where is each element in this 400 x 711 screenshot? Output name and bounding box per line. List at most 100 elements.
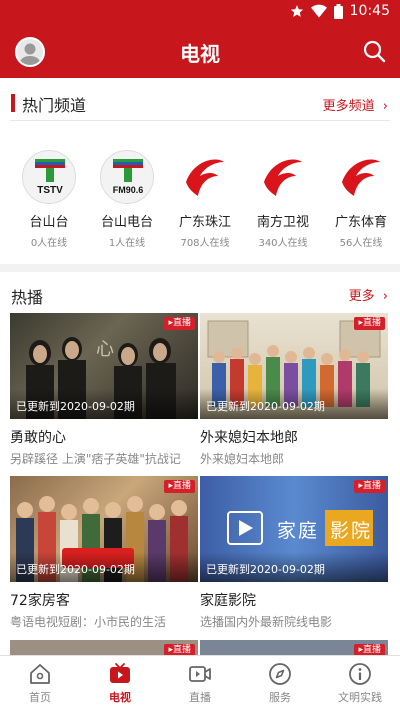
info-icon	[349, 663, 371, 685]
program-thumbnail: ▸直播	[200, 640, 388, 655]
bottom-tab-bar: 首页 电视 直播 服务 文明实践	[0, 655, 400, 711]
channel-online-count: 0人在线	[30, 238, 68, 249]
search-icon[interactable]	[362, 39, 386, 63]
thumb-text-cinema: 影院	[330, 520, 373, 542]
live-badge: ▸直播	[164, 317, 195, 330]
program-thumbnail: ▸直播 已更新到2020-09-02期	[10, 476, 198, 582]
channel-item[interactable]: TSTV 台山台 0人在线	[10, 150, 88, 249]
program-thumbnail: 心 ▸直播 已更新到2020-09-02期	[10, 313, 198, 419]
channel-item[interactable]: FM90.6 台山电台 1人在线	[88, 150, 166, 249]
star-icon	[290, 5, 303, 17]
channel-online-count: 340人在线	[258, 238, 308, 249]
channel-item[interactable]: 广东体育 56人在线	[322, 150, 400, 249]
hot-play-header: 热播 更多 ›	[0, 272, 400, 312]
section-marker	[11, 94, 15, 112]
live-badge-label: 直播	[362, 481, 381, 491]
live-badge-label: 直播	[362, 645, 381, 655]
tab-label: 文明实践	[338, 691, 382, 704]
tv-icon	[110, 663, 130, 683]
channel-name: 台山电台	[100, 215, 153, 230]
gdtv-logo	[256, 150, 310, 204]
page-title: 电视	[180, 42, 220, 66]
hot-channels-section: 热门频道 更多频道 › TSTV 台山台 0人在线 FM90.6 台山电台 1人…	[0, 78, 400, 264]
tstv-logo: FM90.6	[100, 150, 154, 204]
divider	[10, 120, 390, 121]
update-text: 已更新到2020-09-02期	[16, 563, 135, 576]
update-text: 已更新到2020-09-02期	[16, 400, 135, 413]
channel-name: 南方卫视	[256, 215, 309, 230]
home-icon	[30, 664, 50, 684]
channel-item[interactable]: 南方卫视 340人在线	[244, 150, 322, 249]
program-title: 勇敢的心	[10, 430, 66, 446]
tab-label: 首页	[29, 691, 51, 704]
tstv-logo: TSTV	[22, 150, 76, 204]
program-card[interactable]: ▸直播	[10, 640, 198, 655]
tab-label: 电视	[109, 691, 131, 704]
tab-service[interactable]: 服务	[240, 662, 320, 705]
program-thumbnail: 家庭 影院 ▸直播 已更新到2020-09-02期	[200, 476, 388, 582]
more-link[interactable]: 更多 ›	[349, 285, 388, 304]
live-badge: ▸直播	[354, 317, 385, 330]
chevron-right-icon: ›	[382, 99, 388, 114]
thumb-text-home: 家庭	[277, 520, 320, 542]
tab-label: 直播	[189, 691, 211, 704]
update-text: 已更新到2020-09-02期	[206, 563, 325, 576]
program-thumbnail: ▸直播 已更新到2020-09-02期	[200, 313, 388, 419]
svg-text:心: 心	[96, 339, 114, 360]
gdtv-logo	[178, 150, 232, 204]
program-card[interactable]: 心 ▸直播 已更新到2020-09-02期 勇敢的心 另辟蹊径 上演"痞子英雄"…	[10, 313, 198, 467]
tab-home[interactable]: 首页	[0, 662, 80, 705]
live-badge-label: 直播	[362, 318, 381, 328]
status-bar: 10:45	[0, 0, 400, 24]
app-bar: 电视	[0, 24, 400, 78]
program-card[interactable]: ▸直播	[200, 640, 388, 655]
chevron-right-icon: ›	[382, 289, 388, 304]
live-badge: ▸直播	[354, 480, 385, 493]
channel-name: 广东体育	[334, 215, 387, 230]
gdtv-logo	[334, 150, 388, 204]
battery-icon	[333, 3, 343, 19]
status-time: 10:45	[349, 3, 390, 19]
hot-channels-title: 热门频道	[22, 96, 87, 115]
svg-text:TSTV: TSTV	[37, 185, 63, 196]
more-channels-link[interactable]: 更多频道 ›	[323, 95, 388, 114]
update-text: 已更新到2020-09-02期	[206, 400, 325, 413]
program-subtitle: 选播国内外最新院线电影	[200, 615, 333, 629]
channel-name: 广东珠江	[178, 215, 231, 230]
hot-channels-header: 热门频道 更多频道 ›	[0, 78, 400, 118]
channel-item[interactable]: 广东珠江 708人在线	[166, 150, 244, 249]
channel-name: 台山台	[29, 215, 69, 230]
program-subtitle: 粤语电视短剧：小市民的生活	[10, 615, 167, 629]
tab-label: 服务	[269, 691, 291, 704]
program-card[interactable]: ▸直播 已更新到2020-09-02期 72家房客 粤语电视短剧：小市民的生活	[10, 476, 198, 630]
wifi-icon	[310, 4, 327, 18]
program-title: 家庭影院	[200, 593, 256, 609]
tab-tv[interactable]: 电视	[80, 662, 160, 705]
tab-live[interactable]: 直播	[160, 662, 240, 705]
channel-online-count: 708人在线	[180, 238, 230, 249]
compass-icon	[269, 663, 291, 685]
program-card[interactable]: 家庭 影院 ▸直播 已更新到2020-09-02期 家庭影院 选播国内外最新院线…	[200, 476, 388, 630]
channel-online-count: 1人在线	[108, 238, 146, 249]
live-badge-label: 直播	[172, 645, 191, 655]
live-badge: ▸直播	[164, 644, 195, 655]
svg-text:FM90.6: FM90.6	[113, 185, 144, 195]
more-label: 更多	[348, 289, 375, 304]
live-badge-label: 直播	[172, 318, 191, 328]
more-channels-label: 更多频道	[322, 99, 375, 114]
program-thumbnail: ▸直播	[10, 640, 198, 655]
program-title: 外来媳妇本地郎	[200, 430, 298, 446]
channel-online-count: 56人在线	[339, 238, 383, 249]
program-title: 72家房客	[10, 593, 70, 609]
hot-play-title: 热播	[11, 288, 44, 307]
hot-play-section: 热播 更多 › 心 ▸直播 已更新到2020-09-02期 勇敢的心 另辟蹊径 …	[0, 272, 400, 655]
channel-list: TSTV 台山台 0人在线 FM90.6 台山电台 1人在线 广东珠江 708人…	[0, 150, 400, 260]
program-subtitle: 另辟蹊径 上演"痞子英雄"抗战记	[10, 452, 181, 466]
live-badge: ▸直播	[164, 480, 195, 493]
live-badge-label: 直播	[172, 481, 191, 491]
live-badge: ▸直播	[354, 644, 385, 655]
live-video-icon	[189, 666, 211, 682]
tab-civilization[interactable]: 文明实践	[320, 662, 400, 705]
program-card[interactable]: ▸直播 已更新到2020-09-02期 外来媳妇本地郎 外来媳妇本地郎	[200, 313, 388, 467]
program-subtitle: 外来媳妇本地郎	[200, 452, 285, 466]
